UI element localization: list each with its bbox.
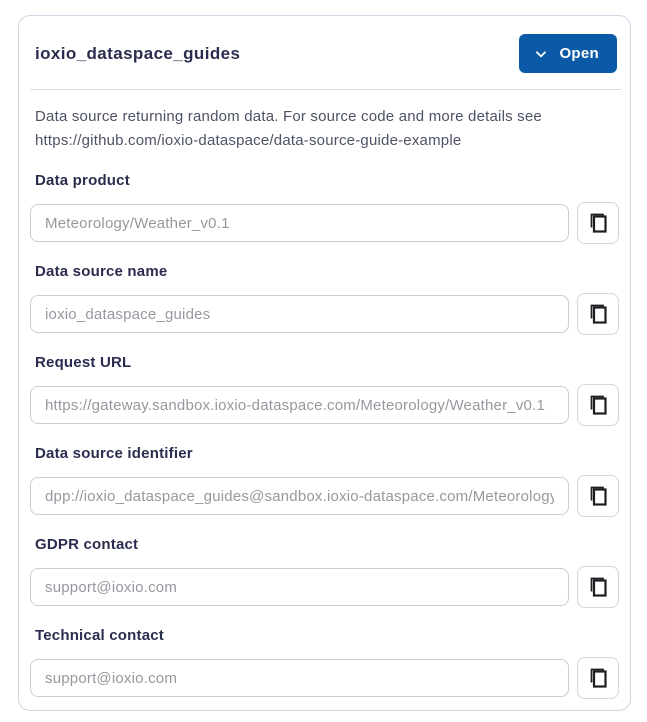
copy-icon bbox=[586, 211, 610, 235]
field-data-source-name: Data source name bbox=[30, 263, 619, 335]
field-row bbox=[30, 202, 619, 244]
field-row bbox=[30, 566, 619, 608]
copy-icon bbox=[586, 393, 610, 417]
copy-gdpr-contact-button[interactable] bbox=[577, 566, 619, 608]
copy-icon bbox=[586, 484, 610, 508]
field-label: GDPR contact bbox=[35, 536, 139, 553]
copy-icon bbox=[586, 302, 610, 326]
data-source-card: ioxio_dataspace_guides Open Data source … bbox=[18, 15, 631, 711]
open-button[interactable]: Open bbox=[519, 34, 617, 73]
field-row bbox=[30, 293, 619, 335]
card-header: ioxio_dataspace_guides Open bbox=[30, 34, 619, 73]
data-source-identifier-input[interactable] bbox=[30, 477, 569, 515]
copy-icon bbox=[586, 575, 610, 599]
copy-data-product-button[interactable] bbox=[577, 202, 619, 244]
gdpr-contact-input[interactable] bbox=[30, 568, 569, 606]
field-label: Data product bbox=[35, 172, 130, 189]
copy-icon bbox=[586, 666, 610, 690]
technical-contact-input[interactable] bbox=[30, 659, 569, 697]
field-row bbox=[30, 384, 619, 426]
open-button-label: Open bbox=[559, 45, 599, 62]
card-title: ioxio_dataspace_guides bbox=[35, 43, 241, 63]
card-description: Data source returning random data. For s… bbox=[35, 108, 542, 149]
copy-data-source-name-button[interactable] bbox=[577, 293, 619, 335]
field-label: Request URL bbox=[35, 354, 132, 371]
field-data-product: Data product bbox=[30, 172, 619, 244]
copy-technical-contact-button[interactable] bbox=[577, 657, 619, 699]
chevron-down-icon bbox=[534, 47, 548, 61]
field-technical-contact: Technical contact bbox=[30, 627, 619, 699]
field-row bbox=[30, 657, 619, 699]
copy-data-source-identifier-button[interactable] bbox=[577, 475, 619, 517]
request-url-input[interactable] bbox=[30, 386, 569, 424]
field-label: Technical contact bbox=[35, 627, 164, 644]
data-source-name-input[interactable] bbox=[30, 295, 569, 333]
field-label: Data source identifier bbox=[35, 445, 193, 462]
data-product-input[interactable] bbox=[30, 204, 569, 242]
field-row bbox=[30, 475, 619, 517]
field-data-source-identifier: Data source identifier bbox=[30, 445, 619, 517]
field-label: Data source name bbox=[35, 263, 168, 280]
field-request-url: Request URL bbox=[30, 354, 619, 426]
header-divider bbox=[30, 89, 621, 90]
copy-request-url-button[interactable] bbox=[577, 384, 619, 426]
field-gdpr-contact: GDPR contact bbox=[30, 536, 619, 608]
